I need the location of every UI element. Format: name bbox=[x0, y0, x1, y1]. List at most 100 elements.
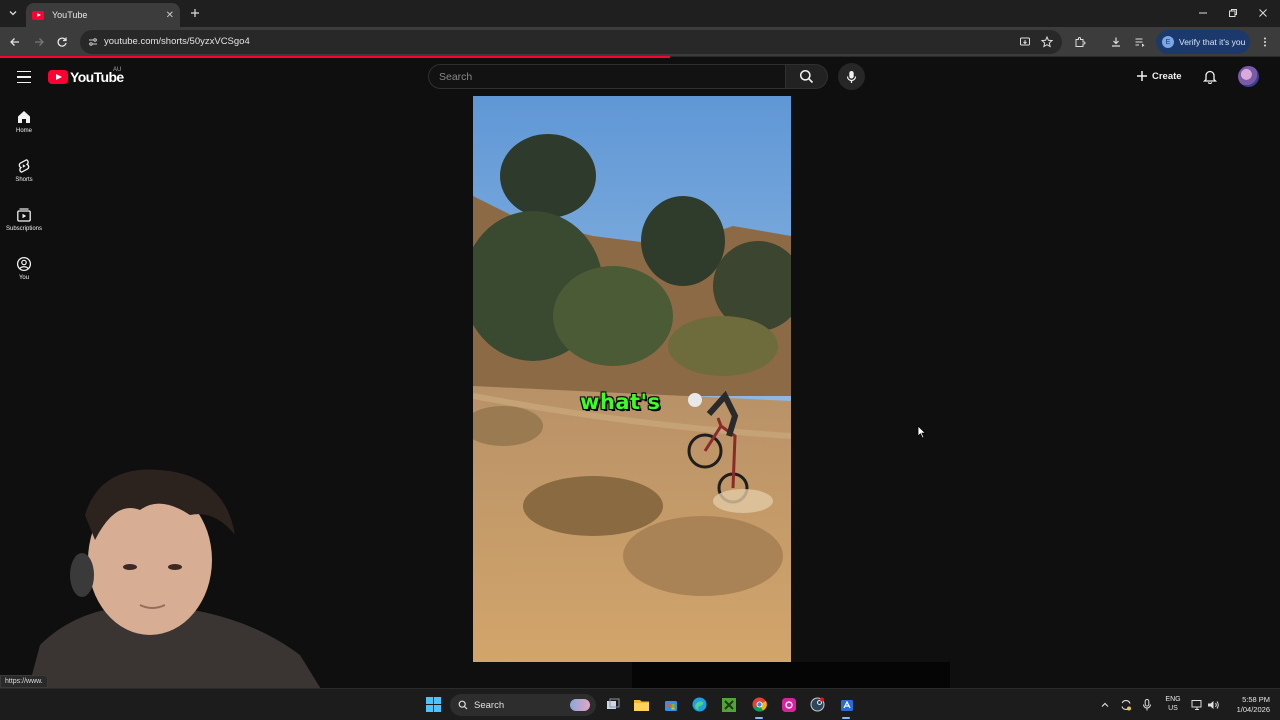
forward-button[interactable] bbox=[30, 33, 48, 51]
verify-identity-chip[interactable]: E Verify that it's you bbox=[1156, 30, 1250, 54]
task-view-button[interactable] bbox=[604, 696, 621, 713]
language-code: ENG bbox=[1165, 696, 1181, 703]
sidebar-item-subscriptions[interactable]: Subscriptions bbox=[0, 194, 48, 238]
restore-button[interactable] bbox=[1223, 4, 1243, 22]
region-code: AU bbox=[113, 67, 122, 73]
close-window-button[interactable] bbox=[1253, 4, 1273, 22]
back-button[interactable] bbox=[6, 33, 24, 51]
voice-search-button[interactable] bbox=[838, 63, 865, 90]
home-icon bbox=[15, 108, 33, 126]
webcam-overlay bbox=[0, 455, 340, 720]
volume-tray-button[interactable] bbox=[1205, 696, 1222, 713]
subscriptions-icon bbox=[15, 206, 33, 224]
windows-taskbar: Search ENG US 5:58 PM 1/04/2026 bbox=[0, 688, 1280, 720]
tab-close-icon[interactable]: ✕ bbox=[166, 10, 174, 21]
app-installer-button[interactable] bbox=[838, 696, 855, 713]
sidebar-item-home[interactable]: Home bbox=[0, 96, 48, 140]
guide-menu-button[interactable] bbox=[14, 67, 34, 87]
notifications-button[interactable] bbox=[1200, 66, 1220, 86]
install-icon bbox=[1020, 37, 1030, 46]
sidebar-item-label: Shorts bbox=[15, 177, 33, 183]
instagram-button[interactable] bbox=[780, 696, 797, 713]
monitor-network-icon bbox=[1191, 699, 1202, 710]
hamburger-icon-bar bbox=[17, 76, 31, 78]
sidebar-item-you[interactable]: You bbox=[0, 243, 48, 287]
speaker-icon bbox=[1208, 700, 1219, 709]
plus-icon bbox=[191, 9, 199, 17]
microsoft-store-button[interactable] bbox=[662, 696, 679, 713]
store-icon bbox=[664, 700, 677, 711]
hamburger-icon-bar bbox=[17, 81, 31, 84]
media-controls-button[interactable] bbox=[1131, 33, 1149, 51]
tab-title: YouTube bbox=[52, 10, 88, 20]
media-queue-icon bbox=[1135, 38, 1145, 47]
sidebar-item-shorts[interactable]: Shorts bbox=[0, 145, 48, 189]
instagram-icon bbox=[781, 697, 796, 712]
bookmark-button[interactable] bbox=[1038, 33, 1056, 51]
shorts-video-player[interactable] bbox=[473, 96, 791, 662]
webcam-person-image bbox=[20, 469, 340, 720]
sidebar-item-label: You bbox=[18, 275, 30, 281]
extensions-button[interactable] bbox=[1071, 33, 1089, 51]
sync-icon bbox=[1120, 699, 1131, 710]
microphone-tray-button[interactable] bbox=[1138, 696, 1155, 713]
start-button[interactable] bbox=[425, 696, 442, 713]
install-app-button[interactable] bbox=[1016, 33, 1034, 51]
reload-icon bbox=[57, 37, 67, 47]
edge-button[interactable] bbox=[691, 696, 708, 713]
search-icon bbox=[799, 69, 814, 84]
address-bar[interactable]: youtube.com/shorts/50yzxVCSgo4 bbox=[80, 30, 1062, 54]
new-tab-button[interactable] bbox=[186, 4, 204, 22]
minimize-icon bbox=[1199, 12, 1207, 14]
chevron-up-icon bbox=[1101, 702, 1108, 707]
steam-button[interactable] bbox=[809, 696, 826, 713]
chevron-down-icon bbox=[9, 11, 17, 16]
folder-icon bbox=[634, 700, 649, 711]
microphone-icon bbox=[1142, 698, 1151, 710]
app-installer-icon bbox=[840, 699, 853, 711]
profile-avatar-icon: E bbox=[1162, 36, 1174, 48]
search-button[interactable] bbox=[786, 64, 828, 89]
minecraft-button[interactable] bbox=[720, 696, 737, 713]
language-indicator[interactable]: ENG US bbox=[1160, 695, 1186, 713]
taskbar-clock[interactable]: 5:58 PM 1/04/2026 bbox=[1224, 695, 1270, 715]
minimize-button[interactable] bbox=[1193, 4, 1213, 22]
search-highlight-icon bbox=[570, 699, 590, 711]
more-vertical-icon bbox=[1264, 37, 1266, 47]
plus-icon bbox=[1137, 71, 1147, 81]
arrow-left-icon bbox=[10, 38, 19, 46]
sync-tray-button[interactable] bbox=[1117, 696, 1134, 713]
chrome-button[interactable] bbox=[751, 696, 768, 713]
downloads-button[interactable] bbox=[1107, 33, 1125, 51]
shorts-icon bbox=[15, 157, 33, 175]
hamburger-icon bbox=[17, 70, 31, 73]
sidebar-item-label: Subscriptions bbox=[5, 226, 43, 232]
youtube-logo-icon bbox=[48, 70, 68, 84]
file-explorer-button[interactable] bbox=[633, 696, 650, 713]
chrome-icon bbox=[752, 697, 767, 712]
sidebar-item-label: Home bbox=[15, 128, 32, 134]
star-icon bbox=[1041, 36, 1053, 48]
mouse-cursor-icon bbox=[917, 425, 927, 439]
network-tray-button[interactable] bbox=[1189, 696, 1206, 713]
tab-search-button[interactable] bbox=[4, 4, 22, 22]
edge-icon bbox=[692, 697, 707, 712]
close-icon bbox=[1259, 9, 1267, 17]
chrome-active-indicator bbox=[755, 717, 763, 719]
youtube-masthead: YouTube AU Create bbox=[0, 58, 1280, 96]
bell-icon bbox=[1203, 70, 1217, 84]
search-input[interactable] bbox=[439, 70, 769, 84]
browser-menu-button[interactable] bbox=[1256, 33, 1274, 51]
reload-button[interactable] bbox=[53, 33, 71, 51]
taskbar-search[interactable]: Search bbox=[450, 694, 596, 716]
show-hidden-icons-button[interactable] bbox=[1096, 696, 1113, 713]
download-icon bbox=[1112, 37, 1120, 47]
site-info-icon[interactable] bbox=[86, 35, 100, 49]
create-button[interactable]: Create bbox=[1128, 65, 1190, 87]
create-label: Create bbox=[1152, 70, 1182, 82]
browser-tab-youtube[interactable]: YouTube ✕ bbox=[26, 3, 180, 27]
taskbar-search-label: Search bbox=[474, 699, 505, 711]
verify-label: Verify that it's you bbox=[1179, 37, 1246, 47]
account-avatar[interactable] bbox=[1238, 66, 1259, 87]
arrow-right-icon bbox=[35, 38, 44, 46]
